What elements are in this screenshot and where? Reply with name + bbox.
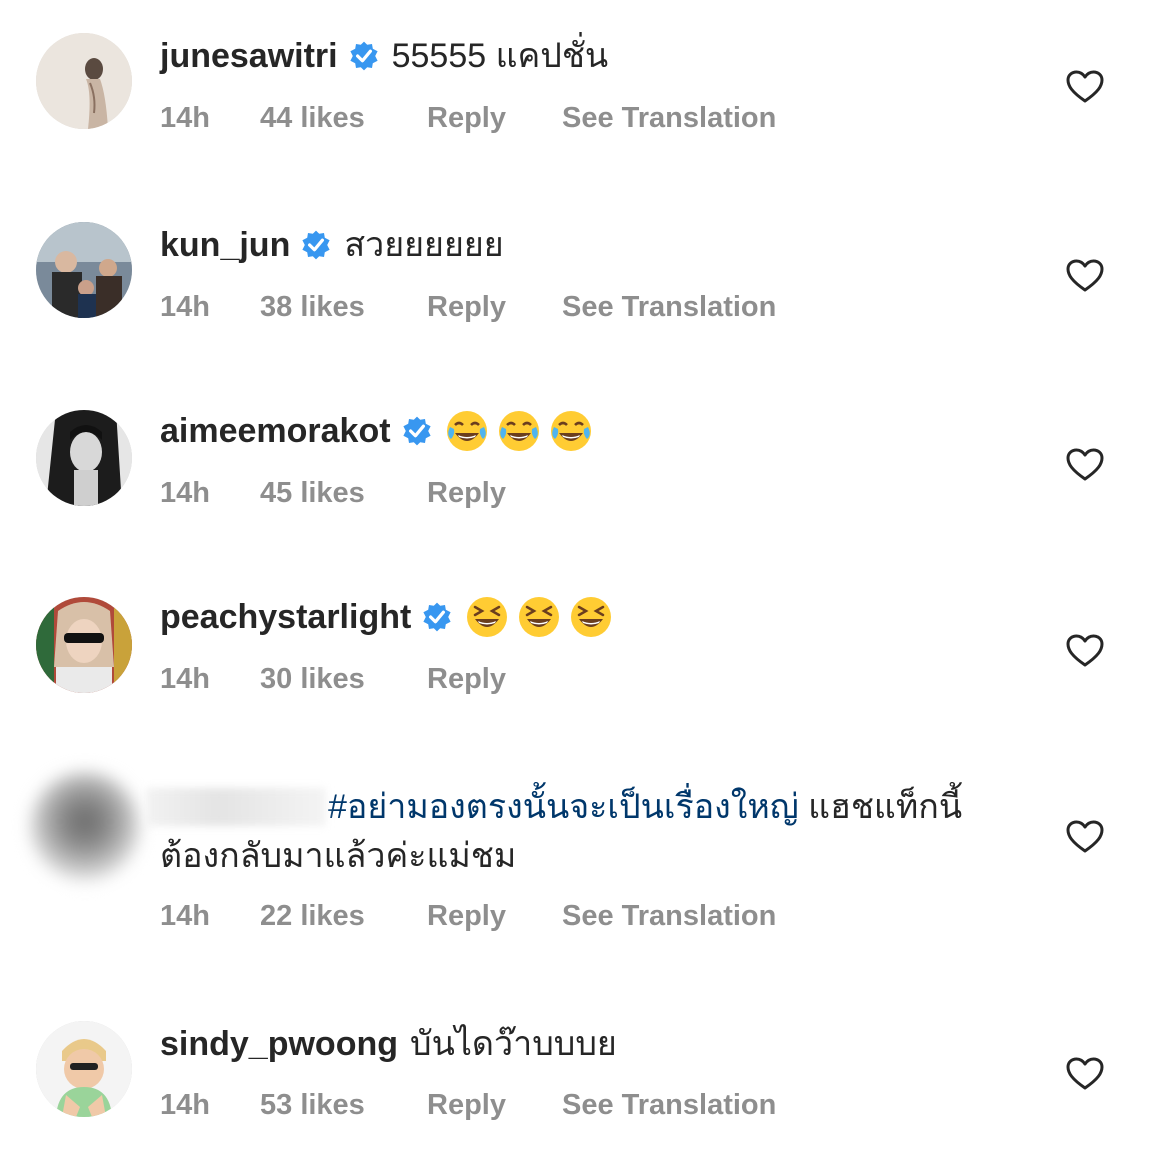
see-translation-button[interactable]: See Translation <box>562 101 776 135</box>
comment-username[interactable]: aimeemorakot <box>160 409 391 453</box>
verified-badge-icon <box>348 40 380 72</box>
avatar[interactable] <box>36 410 132 506</box>
comment-username[interactable]: junesawitri <box>160 34 338 78</box>
heart-outline-icon[interactable] <box>1066 634 1104 668</box>
reply-button[interactable]: Reply <box>427 290 562 324</box>
comment-text: สวยยยยยย <box>344 226 504 264</box>
verified-badge-icon <box>421 601 453 633</box>
blurred-username[interactable] <box>146 788 326 826</box>
likes-count[interactable]: 53 likes <box>260 1088 427 1122</box>
face-with-tears-of-joy-icon <box>549 409 593 453</box>
see-translation-button[interactable]: See Translation <box>562 290 776 324</box>
heart-outline-icon[interactable] <box>1066 259 1104 293</box>
verified-badge-icon <box>401 415 433 447</box>
grinning-squinting-face-icon <box>569 595 613 639</box>
comment-time: 14h <box>160 477 210 509</box>
reply-button[interactable]: Reply <box>427 662 562 696</box>
comment-text-continued: ต้องกลับมาแล้วค่ะแม่ชม <box>160 837 517 875</box>
likes-count[interactable]: 44 likes <box>260 101 427 135</box>
avatar[interactable] <box>36 33 132 129</box>
likes-count[interactable]: 45 likes <box>260 476 427 510</box>
heart-outline-icon[interactable] <box>1066 70 1104 104</box>
avatar[interactable] <box>30 772 140 882</box>
grinning-squinting-face-icon <box>465 595 509 639</box>
likes-count[interactable]: 30 likes <box>260 662 427 696</box>
heart-outline-icon[interactable] <box>1066 820 1104 854</box>
comment-text: แฮชแท็กนี้ <box>798 788 963 826</box>
comment-time: 14h <box>160 663 210 695</box>
avatar[interactable] <box>36 597 132 693</box>
face-with-tears-of-joy-icon <box>497 409 541 453</box>
comment-username[interactable]: sindy_pwoong <box>160 1022 398 1066</box>
comment-username[interactable]: kun_jun <box>160 223 290 267</box>
comment-time: 14h <box>160 102 210 134</box>
verified-badge-icon <box>300 229 332 261</box>
reply-button[interactable]: Reply <box>427 899 562 933</box>
reply-button[interactable]: Reply <box>427 1088 562 1122</box>
see-translation-button[interactable]: See Translation <box>562 899 776 933</box>
heart-outline-icon[interactable] <box>1066 448 1104 482</box>
reply-button[interactable]: Reply <box>427 101 562 135</box>
comment-username[interactable]: peachystarlight <box>160 595 411 639</box>
comment-text: 55555 แคปชั่น <box>391 37 609 75</box>
avatar[interactable] <box>36 222 132 318</box>
hashtag-link[interactable]: #อย่ามองตรงนั้นจะเป็นเรื่องใหญ่ <box>328 785 799 829</box>
heart-outline-icon[interactable] <box>1066 1057 1104 1091</box>
comment-time: 14h <box>160 1089 210 1121</box>
see-translation-button[interactable]: See Translation <box>562 1088 776 1122</box>
comment-text: บันไดว๊าบบบย <box>410 1025 617 1063</box>
avatar[interactable] <box>36 1021 132 1117</box>
grinning-squinting-face-icon <box>517 595 561 639</box>
face-with-tears-of-joy-icon <box>445 409 489 453</box>
comment-time: 14h <box>160 900 210 932</box>
likes-count[interactable]: 22 likes <box>260 899 427 933</box>
likes-count[interactable]: 38 likes <box>260 290 427 324</box>
reply-button[interactable]: Reply <box>427 476 562 510</box>
comment-time: 14h <box>160 291 210 323</box>
